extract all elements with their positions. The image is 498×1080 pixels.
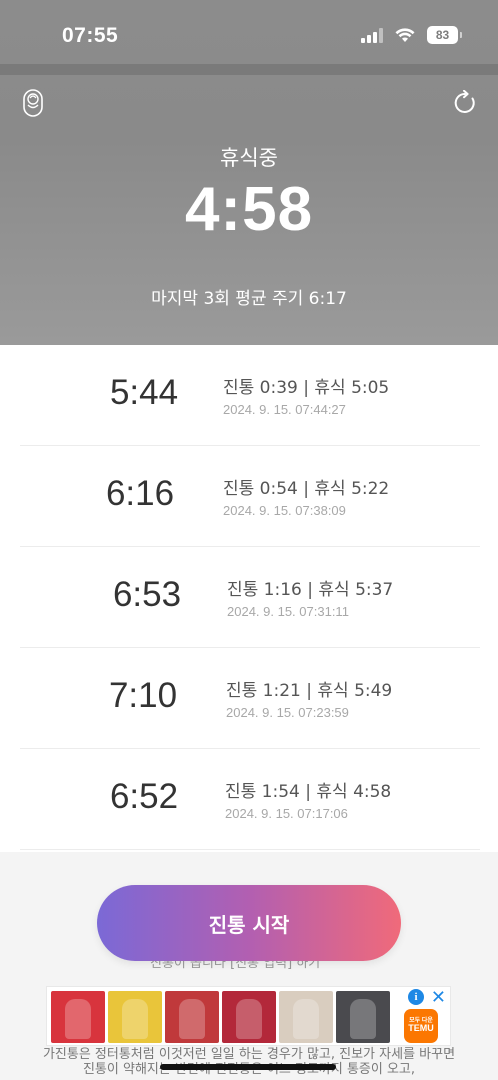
refresh-icon[interactable] <box>452 90 478 116</box>
header-band <box>0 64 498 75</box>
ad-product-image <box>222 991 276 1043</box>
record-timestamp: 2024. 9. 15. 07:38:09 <box>223 503 346 518</box>
record-timestamp: 2024. 9. 15. 07:31:11 <box>227 604 349 619</box>
wifi-icon <box>395 27 415 42</box>
ad-banner[interactable]: i ✕ 모두 다운 TEMU <box>46 986 451 1046</box>
cycle-time: 5:44 <box>109 373 179 412</box>
ad-product-image <box>336 991 390 1043</box>
cycle-time: 6:16 <box>105 474 175 513</box>
ad-product-thumbnails <box>51 991 390 1043</box>
status-time: 07:55 <box>62 24 119 47</box>
cycle-time: 7:10 <box>108 676 178 715</box>
contraction-detail: 진통 1:21 | 휴식 5:49 <box>226 681 393 701</box>
contraction-records-list: 5:44 진통 0:39 | 휴식 5:05 2024. 9. 15. 07:4… <box>0 345 498 852</box>
list-item[interactable]: 6:52 진통 1:54 | 휴식 4:58 2024. 9. 15. 07:1… <box>20 749 480 850</box>
ad-product-image <box>108 991 162 1043</box>
ad-close-icon[interactable]: ✕ <box>431 987 446 1008</box>
cellular-signal-icon <box>361 27 383 43</box>
cycle-time: 6:53 <box>112 575 182 614</box>
baby-icon[interactable] <box>22 88 44 118</box>
record-timestamp: 2024. 9. 15. 07:17:06 <box>225 806 348 821</box>
ad-info-icon[interactable]: i <box>408 989 424 1005</box>
average-cycle-label: 마지막 3회 평균 주기 6:17 <box>151 289 347 309</box>
temu-logo: 모두 다운 TEMU <box>404 1009 438 1043</box>
battery-icon: 83 <box>427 26 462 44</box>
start-contraction-button[interactable]: 진통 시작 <box>97 885 401 961</box>
list-item[interactable]: 6:16 진통 0:54 | 휴식 5:22 2024. 9. 15. 07:3… <box>20 446 480 547</box>
temu-brand: TEMU <box>408 1023 434 1034</box>
contraction-detail: 진통 0:39 | 휴식 5:05 <box>223 378 390 398</box>
elapsed-timer: 4:58 <box>184 175 314 244</box>
home-indicator <box>160 1064 336 1070</box>
record-timestamp: 2024. 9. 15. 07:44:27 <box>223 402 346 417</box>
status-icons: 83 <box>361 26 462 44</box>
ad-product-image <box>51 991 105 1043</box>
status-bar: 07:55 83 <box>0 0 498 64</box>
ad-product-image <box>279 991 333 1043</box>
list-item[interactable]: 6:53 진통 1:16 | 휴식 5:37 2024. 9. 15. 07:3… <box>20 547 480 648</box>
record-timestamp: 2024. 9. 15. 07:23:59 <box>226 705 349 720</box>
contraction-detail: 진통 1:54 | 휴식 4:58 <box>225 782 392 802</box>
timer-state-label: 휴식중 <box>220 146 278 170</box>
list-item[interactable]: 5:44 진통 0:39 | 휴식 5:05 2024. 9. 15. 07:4… <box>20 345 480 446</box>
ad-product-image <box>165 991 219 1043</box>
contraction-detail: 진통 1:16 | 휴식 5:37 <box>227 580 394 600</box>
timer-header: 07:55 83 휴식중 4:58 마지막 3회 평균 주기 6:17 <box>0 0 498 345</box>
list-item[interactable]: 7:10 진통 1:21 | 휴식 5:49 2024. 9. 15. 07:2… <box>20 648 480 749</box>
cycle-time: 6:52 <box>109 777 179 816</box>
contraction-detail: 진통 0:54 | 휴식 5:22 <box>223 479 390 499</box>
